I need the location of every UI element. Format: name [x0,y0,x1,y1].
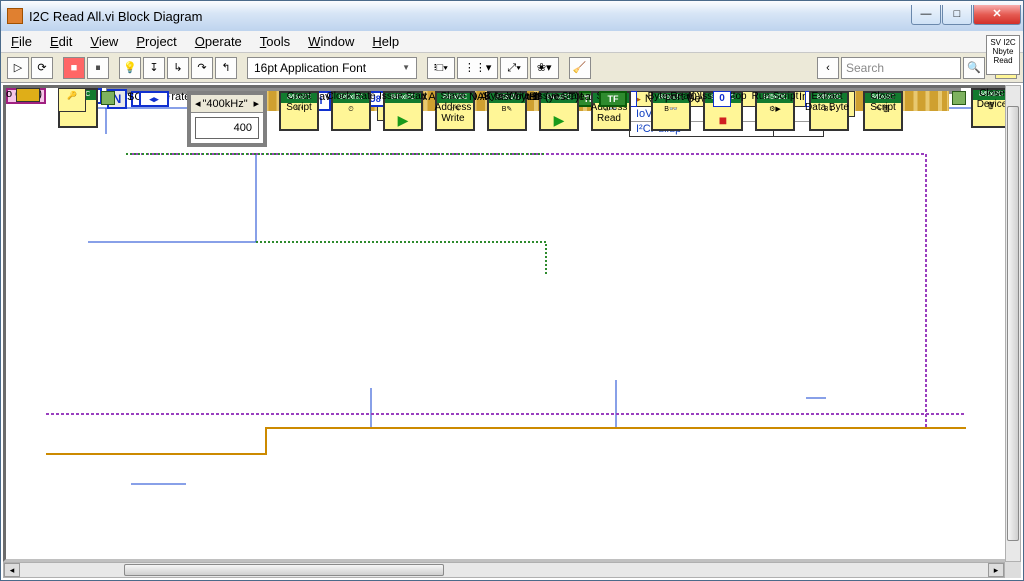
menu-file[interactable]: File [11,34,32,49]
pause-button[interactable]: ⏸ [87,57,109,79]
vi-icon[interactable]: SV I2C Nbyte Read [986,35,1020,75]
menu-operate[interactable]: Operate [195,34,242,49]
search-input[interactable]: Search [841,57,961,79]
tunnel [952,91,966,105]
const-port[interactable]: 0 [713,91,731,107]
toolbar: ▷ ⟳ ■ ⏸ 💡 ↧ ↳ ↷ ↰ 16pt Application Font … [1,53,1023,83]
search-prev-button[interactable]: ‹ [817,57,839,79]
run-cont-button[interactable]: ⟳ [31,57,53,79]
const-tf-nak[interactable]: TF [599,91,627,107]
menu-edit[interactable]: Edit [50,34,72,49]
abort-button[interactable]: ■ [63,57,85,79]
menu-project[interactable]: Project [136,34,176,49]
h-scrollbar[interactable]: ◂ ▸ [3,562,1005,578]
label-port: port (0) [665,91,700,103]
label-nak: NAK last byte? (yes:T) [469,91,579,103]
window-title: I2C Read All.vi Block Diagram [29,9,910,24]
maximize-button[interactable]: □ [942,5,972,25]
menu-window[interactable]: Window [308,34,354,49]
tunnel [101,91,115,105]
distribute-button[interactable]: ⋮⋮▾ [457,57,499,79]
highlight-button[interactable]: 💡 [119,57,141,79]
ring-scl-rate[interactable]: "400kHz" 400 [187,91,267,147]
terminal-scl-rate[interactable]: ◂▸ [139,91,169,107]
step-out-button[interactable]: ↰ [215,57,237,79]
v-scroll-thumb[interactable] [1007,106,1019,541]
align-button[interactable]: ፧□▾ [427,57,455,79]
run-button[interactable]: ▷ [7,57,29,79]
terminal-error-in[interactable] [16,88,40,102]
cleanup-button[interactable]: 🧹 [569,57,591,79]
font-selector[interactable]: 16pt Application Font [247,57,417,79]
menu-tools[interactable]: Tools [260,34,290,49]
close-button[interactable]: ✕ [973,5,1021,25]
scroll-corner [1005,562,1021,578]
step-over-button[interactable]: ↷ [191,57,213,79]
reorder-button[interactable]: ❀▾ [530,57,559,79]
v-scrollbar[interactable] [1005,85,1021,562]
step-in-button[interactable]: ↳ [167,57,189,79]
search-go-button[interactable]: 🔍 [963,57,985,79]
menu-bar: File Edit View Project Operate Tools Win… [1,31,1023,53]
prim-open-device[interactable]: 🔑 [58,88,86,112]
block-diagram[interactable]: Loops I32 st name I/O o error) N "3.33MH [6,88,1021,562]
menu-view[interactable]: View [90,34,118,49]
retain-button[interactable]: ↧ [143,57,165,79]
for-loop[interactable]: N "3.33MH 3333 HS SCL rate ◂▸ HS M [106,88,961,94]
scroll-right-icon[interactable]: ▸ [988,563,1004,577]
menu-help[interactable]: Help [372,34,399,49]
resize-button[interactable]: ⤢▾ [500,57,527,79]
minimize-button[interactable]: — [911,5,941,25]
scroll-left-icon[interactable]: ◂ [4,563,20,577]
app-icon [7,8,23,24]
h-scroll-thumb[interactable] [124,564,444,576]
